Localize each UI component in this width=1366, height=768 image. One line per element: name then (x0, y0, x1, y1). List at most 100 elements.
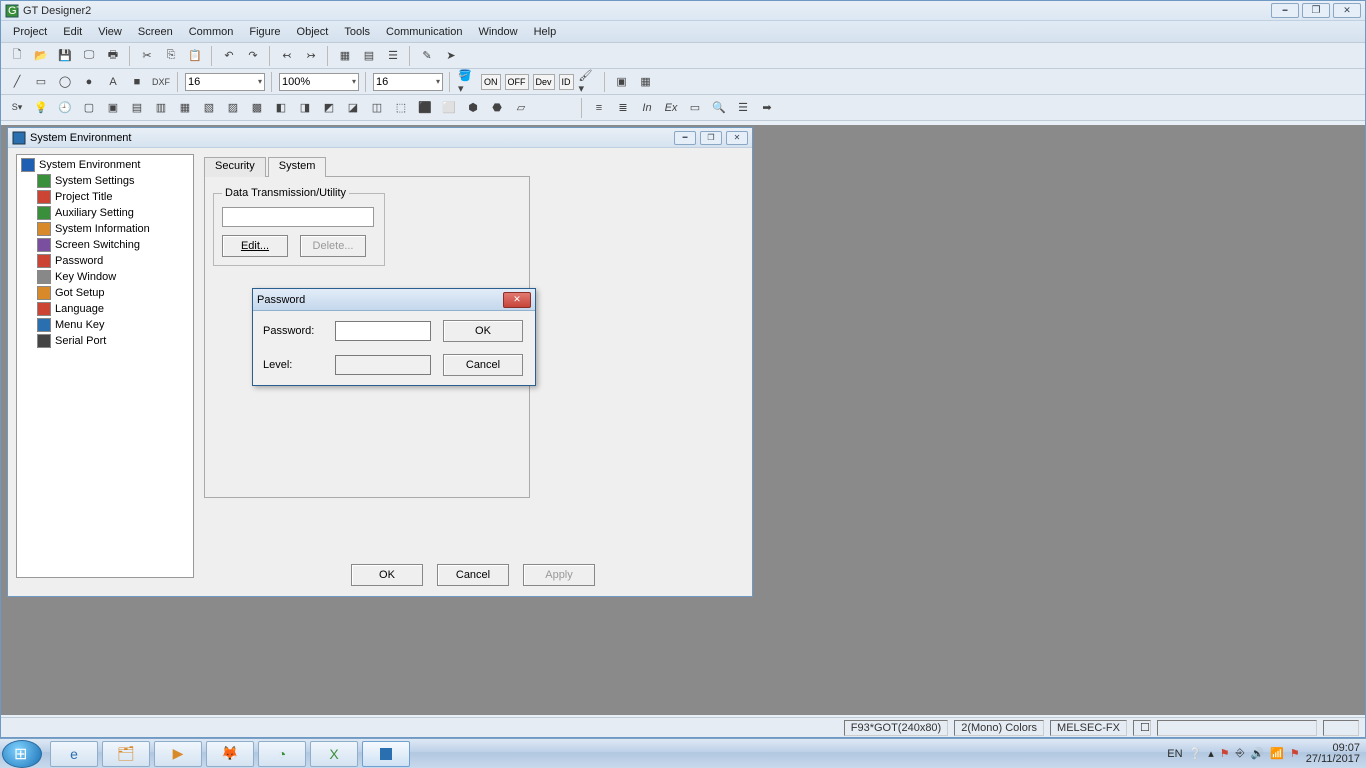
font-size-combo[interactable]: 16 (185, 73, 265, 91)
tree-item-menu-key[interactable]: Menu Key (19, 317, 191, 333)
window2-icon[interactable]: ▦ (636, 72, 656, 92)
obj9-icon[interactable]: ◧ (271, 98, 291, 118)
find-icon[interactable]: 🔍 (709, 98, 729, 118)
task-media[interactable]: ▶ (154, 741, 202, 767)
tree-item-password[interactable]: Password (19, 253, 191, 269)
tree-item-project-title[interactable]: Project Title (19, 189, 191, 205)
volume-icon[interactable]: 🔊 (1250, 747, 1264, 760)
ex-icon[interactable]: Ex (661, 98, 681, 118)
tray-lang[interactable]: EN (1167, 748, 1182, 760)
text-icon[interactable]: A (103, 72, 123, 92)
cancel-button[interactable]: Cancel (437, 564, 509, 586)
new-icon[interactable]: 🗋 (7, 46, 27, 66)
delete-button[interactable]: Delete... (300, 235, 366, 257)
task-ie[interactable]: e (50, 741, 98, 767)
menu-object[interactable]: Object (297, 26, 329, 38)
circle-icon[interactable]: ◯ (55, 72, 75, 92)
tree-item-system-information[interactable]: System Information (19, 221, 191, 237)
tab-system[interactable]: System (268, 157, 327, 177)
tree-panel[interactable]: System Environment System Settings Proje… (16, 154, 194, 578)
obj6-icon[interactable]: ▧ (199, 98, 219, 118)
open-icon[interactable]: 📂 (31, 46, 51, 66)
network-icon[interactable]: 📶 (1270, 747, 1284, 760)
menu-window[interactable]: Window (478, 26, 517, 38)
obj4-icon[interactable]: ▥ (151, 98, 171, 118)
obj18-icon[interactable]: ⬣ (487, 98, 507, 118)
clock-icon[interactable]: 🕘 (55, 98, 75, 118)
list-icon[interactable]: ☰ (733, 98, 753, 118)
screen-icon[interactable]: 🖵 (79, 46, 99, 66)
save-icon[interactable]: 💾 (55, 46, 75, 66)
obj13-icon[interactable]: ◫ (367, 98, 387, 118)
task-app1[interactable]: ◔ (258, 741, 306, 767)
tray-clock[interactable]: 09:07 27/11/2017 (1306, 743, 1360, 765)
undo-icon[interactable]: ↶ (219, 46, 239, 66)
menu-project[interactable]: Project (13, 26, 47, 38)
obj15-icon[interactable]: ⬛ (415, 98, 435, 118)
menu-edit[interactable]: Edit (63, 26, 82, 38)
tree-item-serial-port[interactable]: Serial Port (19, 333, 191, 349)
arrow-right-icon[interactable]: ↣ (301, 46, 321, 66)
data-transmission-field[interactable] (222, 207, 374, 227)
flag-icon[interactable]: ⚑ (1220, 747, 1230, 760)
dialog-titlebar[interactable]: Password ✕ (253, 289, 535, 311)
copy-icon[interactable]: ⎘ (161, 46, 181, 66)
size2-combo[interactable]: 16 (373, 73, 443, 91)
tree-item-screen-switching[interactable]: Screen Switching (19, 237, 191, 253)
italic-icon[interactable]: In (637, 98, 657, 118)
tab-security[interactable]: Security (204, 157, 266, 177)
child-close-button[interactable]: ✕ (726, 131, 748, 145)
cut-icon[interactable]: ✂ (137, 46, 157, 66)
menu-view[interactable]: View (98, 26, 122, 38)
tree-item-system-settings[interactable]: System Settings (19, 173, 191, 189)
dev-button[interactable]: Dev (533, 74, 555, 90)
fillrect-icon[interactable]: ● (79, 72, 99, 92)
tray-icon-2[interactable]: ⚑ (1290, 747, 1300, 760)
window1-icon[interactable]: ▣ (612, 72, 632, 92)
fill-icon[interactable]: ■ (127, 72, 147, 92)
tree-item-got-setup[interactable]: Got Setup (19, 285, 191, 301)
menu-tools[interactable]: Tools (344, 26, 370, 38)
child-maximize-button[interactable]: ❐ (700, 131, 722, 145)
obj11-icon[interactable]: ◩ (319, 98, 339, 118)
dxf-icon[interactable]: DXF (151, 72, 171, 92)
dialog-cancel-button[interactable]: Cancel (443, 354, 523, 376)
on-button[interactable]: ON (481, 74, 501, 90)
obj7-icon[interactable]: ▨ (223, 98, 243, 118)
dialog-close-button[interactable]: ✕ (503, 292, 531, 308)
obj17-icon[interactable]: ⬢ (463, 98, 483, 118)
redo-icon[interactable]: ↷ (243, 46, 263, 66)
maximize-button[interactable] (1302, 3, 1330, 18)
task-explorer[interactable]: 🗂 (102, 741, 150, 767)
menu-screen[interactable]: Screen (138, 26, 173, 38)
ruler-icon[interactable]: ▭ (685, 98, 705, 118)
obj8-icon[interactable]: ▩ (247, 98, 267, 118)
obj10-icon[interactable]: ◨ (295, 98, 315, 118)
s-icon[interactable]: S▾ (7, 98, 27, 118)
obj1-icon[interactable]: ▢ (79, 98, 99, 118)
task-gtdesigner-active[interactable] (362, 741, 410, 767)
menu-common[interactable]: Common (189, 26, 234, 38)
obj2-icon[interactable]: ▣ (103, 98, 123, 118)
pencil-icon[interactable]: ✎ (417, 46, 437, 66)
rect-icon[interactable]: ▭ (31, 72, 51, 92)
help-icon[interactable]: ❔ (1189, 747, 1203, 760)
start-button[interactable] (2, 740, 42, 768)
grid-icon[interactable]: ▦ (335, 46, 355, 66)
chevron-up-icon[interactable]: ▴ (1208, 747, 1214, 760)
zoom-combo[interactable]: 100% (279, 73, 359, 91)
print-icon[interactable]: 🖶 (103, 46, 123, 66)
layers-icon[interactable]: ▤ (359, 46, 379, 66)
tree-root[interactable]: System Environment (19, 157, 191, 173)
tree-item-auxiliary-setting[interactable]: Auxiliary Setting (19, 205, 191, 221)
task-excel[interactable]: X (310, 741, 358, 767)
stack-icon[interactable]: ☰ (383, 46, 403, 66)
close-button[interactable] (1333, 3, 1361, 18)
align-center-icon[interactable]: ≣ (613, 98, 633, 118)
task-firefox[interactable]: 🦊 (206, 741, 254, 767)
edit-button[interactable]: Edit... (222, 235, 288, 257)
paste-icon[interactable]: 📋 (185, 46, 205, 66)
apply-button[interactable]: Apply (523, 564, 595, 586)
line-icon[interactable]: ╱ (7, 72, 27, 92)
align-left-icon[interactable]: ≡ (589, 98, 609, 118)
